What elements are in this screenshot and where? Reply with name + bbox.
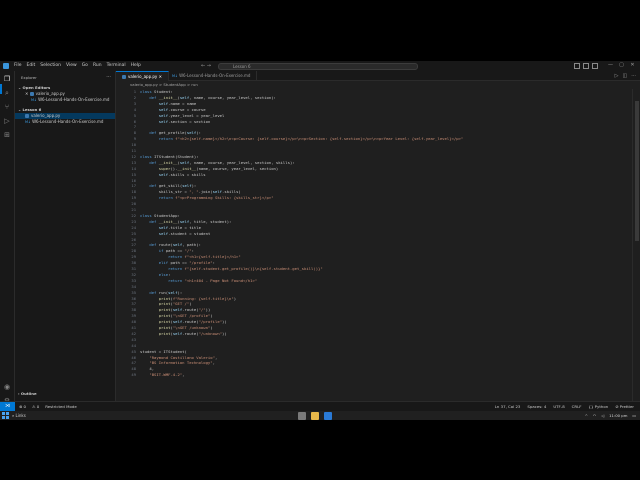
speaker-icon[interactable]: ◁	[601, 411, 604, 420]
code-line[interactable]: return f"<p>Programming Skills: {skills_…	[140, 195, 274, 201]
code-line[interactable]: self.skills = skills	[140, 172, 206, 178]
more-actions-icon[interactable]: ···	[106, 74, 111, 80]
taskbar-apps	[298, 411, 332, 420]
command-center[interactable]: ← → Lesson 6	[201, 62, 418, 70]
code-line[interactable]: self.student = student	[140, 231, 211, 237]
source-control-icon[interactable]: ⑂	[3, 103, 11, 111]
chevron-up-icon[interactable]: ^	[585, 411, 588, 420]
split-editor-icon[interactable]: ◫	[622, 73, 627, 79]
task-view-icon[interactable]	[298, 411, 306, 420]
account-icon[interactable]: ◉	[3, 383, 11, 391]
menu-item[interactable]: Help	[131, 63, 141, 69]
close-icon[interactable]: ✕	[629, 62, 636, 69]
editor-actions: ▷ ◫ ···	[615, 73, 636, 79]
status-item[interactable]: ⚠ 0	[32, 402, 39, 411]
vscode-window: File Edit Selection View Go Run Terminal Help ←…	[0, 61, 640, 420]
open-editor-name: W6-Lesson4-Hands-On-Exercise.md	[38, 97, 110, 102]
code-line[interactable]: print(self.route("/unknown"))	[140, 331, 227, 337]
toggle-panel-icon[interactable]	[583, 63, 589, 69]
explorer-sidebar: Explorer ··· ⌄ Open Editors ✕ valerio_ap…	[15, 71, 116, 411]
search-label: Links	[15, 413, 26, 418]
menu-item[interactable]: Go	[82, 63, 88, 69]
remote-indicator-icon[interactable]: ⋊	[0, 402, 15, 411]
outline-header[interactable]: › Outline	[18, 391, 37, 396]
activity-bar: ❐ ⌕ ⑂ ▷ ⊞ ◉ ⚙	[0, 71, 15, 411]
menu-item[interactable]: View	[66, 63, 77, 69]
outline-label: Outline	[20, 391, 37, 396]
status-right: Ln 37, Col 23 Spaces: 4 UTF-8 CRLF {} Python…	[495, 402, 634, 411]
menu-item[interactable]: Selection	[40, 63, 61, 69]
file-item-hands-on-exercise[interactable]: M↓ W6-Lesson4-Hands-On-Exercise.md	[15, 119, 115, 125]
status-item[interactable]: CRLF	[572, 402, 582, 411]
scrollbar[interactable]	[632, 89, 640, 411]
command-center-label: Lesson 6	[233, 63, 251, 69]
scrollbar-thumb[interactable]	[635, 101, 639, 241]
vscode-taskbar-icon[interactable]	[324, 411, 332, 420]
extensions-icon[interactable]: ⊞	[3, 131, 11, 139]
explorer-icon[interactable]: ❐	[3, 75, 11, 83]
open-editors-header[interactable]: ⌄ Open Editors	[18, 85, 50, 90]
active-indicator	[0, 84, 2, 94]
tab-hands-on-exercise[interactable]: M↓ W6-Lesson4-Hands-On-Exercise.md	[166, 71, 258, 81]
close-tab-icon[interactable]: ✕	[159, 74, 162, 79]
menu-item[interactable]: Edit	[27, 63, 36, 69]
open-editor-item[interactable]: M↓ W6-Lesson4-Hands-On-Exercise.md	[15, 97, 115, 103]
folder-label: Lesson 6	[22, 107, 42, 112]
clock[interactable]: 11:00 pm	[609, 411, 627, 420]
line-number: 49	[131, 372, 136, 378]
status-item[interactable]: UTF-8	[553, 402, 564, 411]
notifications-icon[interactable]: ▭	[632, 411, 636, 420]
toggle-secondary-sidebar-icon[interactable]	[592, 63, 598, 69]
file-explorer-icon[interactable]	[311, 411, 319, 420]
tab-valerio-app[interactable]: valerio_app.py ✕	[116, 71, 169, 81]
status-bar: ⋊ ⊗ 0 ⚠ 0 Restricted Mode Ln 37, Col 23 Spa…	[0, 401, 640, 411]
python-file-icon	[122, 74, 126, 79]
file-name: valerio_app.py	[31, 113, 61, 118]
run-debug-icon[interactable]: ▷	[3, 117, 11, 125]
python-file-icon	[25, 113, 29, 118]
code-line[interactable]: return f"<h2>{self.name}</h2>\n<p>Course…	[140, 136, 464, 142]
status-item[interactable]: ⊗ 0	[19, 402, 26, 411]
minimize-icon[interactable]: —	[607, 62, 614, 69]
status-item[interactable]: Spaces: 4	[527, 402, 546, 411]
menu-item[interactable]: File	[14, 63, 22, 69]
status-left: ⊗ 0 ⚠ 0 Restricted Mode	[19, 402, 77, 411]
python-file-icon	[29, 91, 34, 96]
tab-label: valerio_app.py	[128, 74, 158, 79]
taskbar-search[interactable]: ⌕ Links	[12, 412, 57, 419]
open-editors-label: Open Editors	[22, 85, 51, 90]
start-icon[interactable]	[2, 412, 9, 419]
tab-label: W6-Lesson4-Hands-On-Exercise.md	[179, 73, 251, 78]
status-item[interactable]: Restricted Mode	[45, 402, 77, 411]
windows-taskbar: ⌕ Links ^ ◠ ◁ 11:00 pm ▭	[0, 411, 640, 420]
window-controls: — ▢ ✕	[607, 62, 636, 69]
menu-bar: File Edit Selection View Go Run Terminal Help	[14, 63, 141, 69]
editor-tabs: valerio_app.py ✕ M↓ W6-Lesson4-Hands-On-…	[116, 71, 640, 81]
code-line[interactable]: return "<h1>404 - Page Not Found</h1>"	[140, 278, 257, 284]
search-icon[interactable]: ⌕	[3, 89, 11, 97]
code-line[interactable]: "BSIT-WMF-4-2",	[140, 372, 184, 378]
open-editor-name: valerio_app.py	[35, 91, 65, 96]
layout-controls	[574, 63, 598, 69]
breadcrumb[interactable]: valerio_app.py > StudentApp > run	[116, 81, 640, 89]
status-item[interactable]: Ln 37, Col 23	[495, 402, 521, 411]
menu-item[interactable]: Run	[93, 63, 102, 69]
vscode-logo-icon	[3, 63, 9, 69]
explorer-title: Explorer	[21, 75, 37, 80]
wifi-icon[interactable]: ◠	[593, 411, 596, 420]
status-item[interactable]: ⊘ Prettier	[615, 402, 634, 411]
file-name: W6-Lesson4-Hands-On-Exercise.md	[32, 119, 104, 124]
title-bar: File Edit Selection View Go Run Terminal Help ←…	[0, 61, 640, 71]
system-tray: ^ ◠ ◁ 11:00 pm ▭	[585, 411, 636, 420]
status-item[interactable]: {} Python	[589, 402, 609, 411]
folder-header[interactable]: ⌄ Lesson 6	[18, 107, 41, 112]
nav-arrows-icon[interactable]: ← →	[201, 63, 211, 69]
more-actions-icon[interactable]: ···	[631, 73, 636, 79]
maximize-icon[interactable]: ▢	[618, 62, 625, 69]
code-editor[interactable]: 1 2 3 4 5 6 7 8 9 10 11 12 13 14 15 16 17 18 19 20 21 22 23 24 2…	[116, 89, 632, 411]
code-line[interactable]: self.section = section	[140, 119, 211, 125]
toggle-sidebar-icon[interactable]	[574, 63, 580, 69]
menu-item[interactable]: Terminal	[107, 63, 126, 69]
run-python-icon[interactable]: ▷	[615, 73, 619, 79]
